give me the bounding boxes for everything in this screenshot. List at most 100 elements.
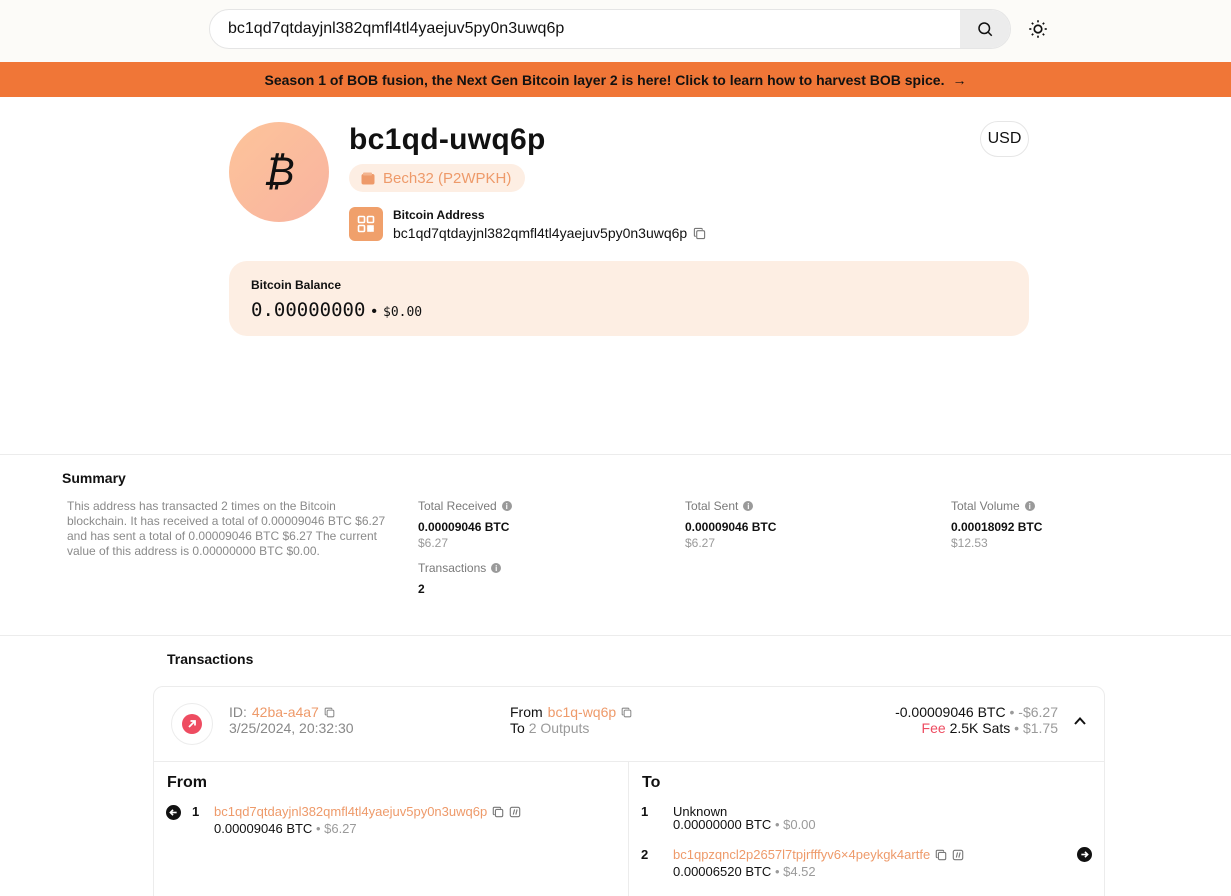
outputs-title: To [642,774,661,791]
output-value: 0.00000000 BTC • $0.00 [673,817,816,832]
address-type-label: Bech32 (P2WPKH) [383,169,512,187]
banner-text: Season 1 of BOB fusion, the Next Gen Bit… [264,71,945,88]
transaction-header[interactable]: ID: 42ba-a4a7 3/25/2024, 20:32:30 From b… [154,687,1104,762]
summary-description: This address has transacted 2 times on t… [67,499,386,558]
balance-btc: 0.00000000 [251,299,366,321]
transaction-date: 3/25/2024, 20:32:30 [229,720,354,736]
inputs-title: From [167,774,207,791]
search-input[interactable] [210,10,961,48]
search-bar [209,9,1011,49]
transaction-from: From bc1q-wq6p [510,704,632,720]
fee-label: Fee [921,720,946,736]
input-address: bc1qd7qtdayjnl382qmfl4tl4yaejuv5py0n3uwq… [214,804,521,819]
search-button[interactable] [960,10,1010,48]
sun-icon [1029,20,1047,38]
stat-value: 0.00009046 BTC [418,520,510,534]
io-divider [628,762,629,896]
from-address-link[interactable]: bc1q-wq6p [548,704,617,720]
stat-total-received: Total Received i 0.00009046 BTC $6.27 [418,499,512,550]
transaction-to: To 2 Outputs [510,720,589,736]
amount-btc: -0.00009046 BTC [895,704,1006,720]
input-unit: BTC [286,821,313,836]
info-icon[interactable]: i [501,501,512,511]
balance-row: 0.00000000 • $0.00 [251,299,422,321]
stat-total-sent: Total Sent i 0.00009046 BTC $6.27 [685,499,776,550]
stat-label: Total Received [418,499,497,513]
arrow-right-circle-icon[interactable] [1077,847,1092,862]
fee-usd: $1.75 [1022,720,1058,736]
stat-usd: $6.27 [685,536,716,550]
output-value: 0.00006520 BTC • $4.52 [673,864,816,879]
info-icon[interactable]: i [1024,501,1035,511]
transaction-card: ID: 42ba-a4a7 3/25/2024, 20:32:30 From b… [153,686,1105,896]
output-unit: BTC [745,864,772,879]
stat-label: Total Volume [951,499,1020,513]
fee-sats: 2.5K Sats [949,720,1011,736]
currency-toggle-button[interactable]: USD [980,121,1029,157]
copy-icon[interactable] [324,707,335,718]
stat-usd: $6.27 [418,536,449,550]
output-btc: 0.00006520 [673,864,742,879]
input-address-link[interactable]: bc1qd7qtdayjnl382qmfl4tl4yaejuv5py0n3uwq… [214,804,487,819]
page-title: bc1qd-uwq6p [349,123,546,156]
transaction-fee: Fee 2.5K Sats • $1.75 [921,720,1058,736]
transaction-direction [171,703,213,745]
top-bar [0,0,1231,62]
explorer-icon[interactable] [509,806,521,818]
input-index: 1 [192,804,200,819]
output-address: bc1qpzqncl2p2657l7tpjrfffyv6×4peykgk4art… [673,847,964,862]
amount-usd: -$6.27 [1018,704,1058,720]
qr-code-icon [357,215,375,233]
divider [0,454,1231,455]
output-usd: $0.00 [783,817,816,832]
output-index: 2 [641,847,649,862]
output-unit: BTC [745,817,772,832]
transaction-id-link[interactable]: 42ba-a4a7 [252,704,319,720]
transaction-id-label: ID: [229,704,247,720]
address-type-badge: Bech32 (P2WPKH) [349,164,526,192]
input-btc: 0.00009046 [214,821,283,836]
to-label: To [510,720,525,736]
search-icon [978,22,993,37]
stat-value: 2 [418,582,425,596]
to-outputs: 2 Outputs [528,720,590,736]
explorer-icon[interactable] [952,849,964,861]
stat-label: Transactions [418,561,487,575]
copy-icon[interactable] [621,707,632,718]
address-label: Bitcoin Address [393,208,485,222]
promo-banner[interactable]: Season 1 of BOB fusion, the Next Gen Bit… [0,62,1231,97]
output-usd: $4.52 [783,864,816,879]
output-btc: 0.00000000 [673,817,742,832]
input-usd: $6.27 [324,821,357,836]
arrow-right-icon: → [952,71,967,88]
copy-icon[interactable] [693,227,706,240]
output-index: 1 [641,804,649,819]
input-value: 0.00009046 BTC • $6.27 [214,821,357,836]
full-address-text: bc1qd7qtdayjnl382qmfl4tl4yaejuv5py0n3uwq… [393,225,688,241]
bitcoin-icon: ₿ [263,149,295,195]
address-avatar: ₿ [229,122,329,222]
qr-code-button[interactable] [349,207,383,241]
arrow-left-circle-icon[interactable] [166,805,181,820]
info-icon[interactable]: i [743,501,754,511]
from-label: From [510,704,543,720]
output-address-link[interactable]: bc1qpzqncl2p2657l7tpjrfffyv6×4peykgk4art… [673,847,930,862]
transactions-title: Transactions [167,651,254,667]
info-icon[interactable]: i [491,563,502,573]
theme-toggle-button[interactable] [1026,17,1050,41]
chevron-up-icon[interactable] [1072,713,1088,729]
balance-separator: • [371,303,377,320]
summary-title: Summary [62,470,126,486]
stat-usd: $12.53 [951,536,988,550]
wallet-icon [361,172,375,184]
copy-icon[interactable] [492,806,504,818]
stat-transactions: Transactions i 2 [418,561,502,596]
stat-value: 0.00009046 BTC [685,520,777,534]
balance-label: Bitcoin Balance [251,278,342,292]
copy-icon[interactable] [935,849,947,861]
transaction-id: ID: 42ba-a4a7 [229,704,335,720]
full-address: bc1qd7qtdayjnl382qmfl4tl4yaejuv5py0n3uwq… [393,225,706,241]
balance-card: Bitcoin Balance 0.00000000 • $0.00 [229,261,1029,336]
divider [0,635,1231,636]
stat-label: Total Sent [685,499,739,513]
